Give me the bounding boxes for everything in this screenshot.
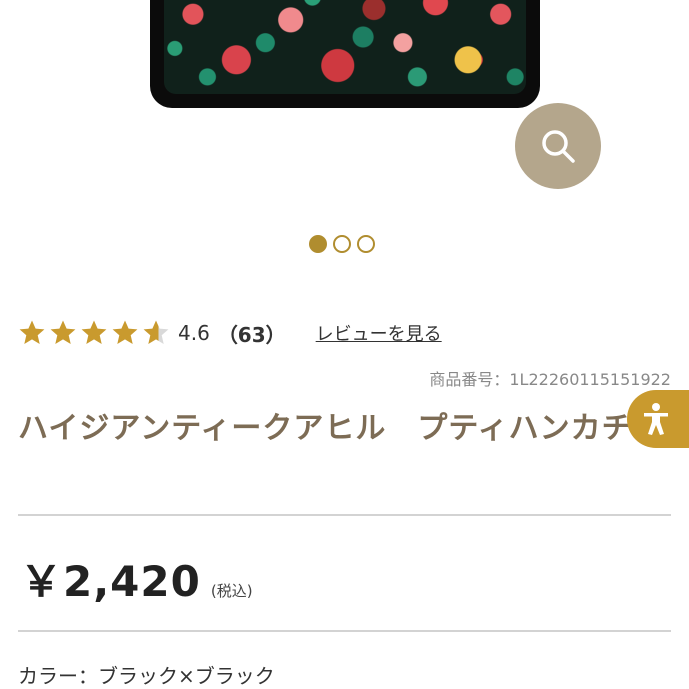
carousel-dot-1[interactable] [309, 235, 327, 253]
view-reviews-link[interactable]: レビューを見る [316, 320, 442, 346]
price: ￥2,420 [20, 557, 201, 606]
star-icon [143, 320, 169, 344]
zoom-button[interactable] [515, 103, 601, 189]
star-icon [81, 320, 107, 344]
accessibility-icon [644, 403, 668, 435]
star-icon [50, 320, 76, 344]
divider [18, 630, 671, 632]
product-code: 商品番号：1L22260115151922 [429, 370, 671, 389]
product-image[interactable] [150, 0, 540, 108]
price-row: ￥2,420 (税込) [20, 548, 253, 609]
tax-note: (税込) [210, 582, 253, 600]
rating-stars [18, 319, 170, 347]
rating-row: 4.6 （63） レビューを見る [18, 316, 442, 350]
divider [18, 514, 671, 516]
carousel-dots [309, 235, 375, 253]
star-icon [112, 320, 138, 344]
search-icon [542, 130, 575, 163]
carousel-dot-3[interactable] [357, 235, 375, 253]
carousel-dot-2[interactable] [333, 235, 351, 253]
product-title: ハイジアンティークアヒル プティハンカチ [18, 411, 633, 446]
star-icon [19, 320, 45, 344]
color-label: カラー：ブラック×ブラック [18, 664, 275, 688]
accessibility-button[interactable] [627, 390, 689, 448]
rating-value: 4.6 [178, 321, 210, 345]
review-count: （63） [217, 322, 286, 347]
floral-pattern [164, 0, 526, 94]
